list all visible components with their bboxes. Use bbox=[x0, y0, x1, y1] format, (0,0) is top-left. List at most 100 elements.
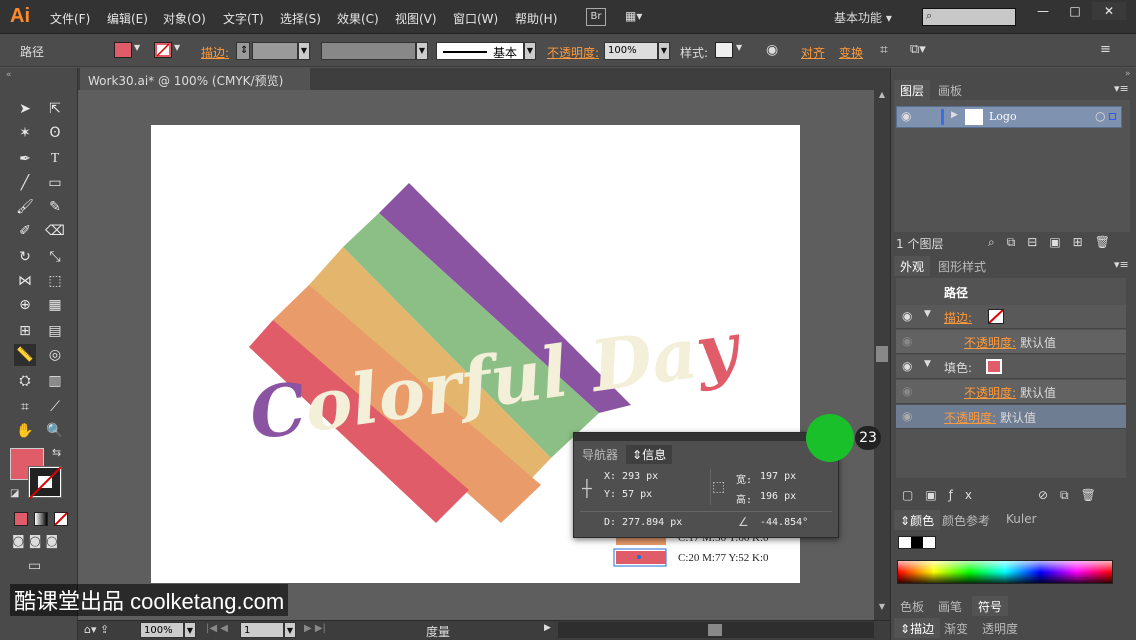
artboard-tool-icon[interactable]: ⌗ bbox=[14, 396, 36, 418]
fill-swatch[interactable] bbox=[114, 42, 132, 58]
opacity-input[interactable]: 100% bbox=[604, 42, 658, 60]
chevron-down-icon[interactable]: ▼ bbox=[524, 42, 536, 60]
chevron-down-icon[interactable]: ▼ bbox=[416, 42, 428, 60]
menu-select[interactable]: 选择(S) bbox=[280, 10, 321, 27]
tab-stroke[interactable]: ⇕描边 bbox=[894, 618, 941, 638]
scroll-thumb[interactable] bbox=[876, 346, 888, 362]
selection-tool-icon[interactable]: ➤ bbox=[14, 98, 36, 120]
stroke-none-swatch[interactable] bbox=[988, 309, 1004, 324]
menu-file[interactable]: 文件(F) bbox=[50, 10, 90, 27]
color-mode-icon[interactable] bbox=[14, 512, 28, 526]
shape-builder-icon[interactable]: ⊕ bbox=[14, 294, 36, 316]
pencil-icon[interactable]: ✎ bbox=[44, 196, 66, 218]
type-tool-icon[interactable]: T bbox=[44, 148, 66, 170]
search-input[interactable]: ⌕ bbox=[922, 8, 1016, 26]
tab-swatches[interactable]: 色板 bbox=[894, 596, 930, 616]
scale-tool-icon[interactable]: ⤡ bbox=[44, 246, 66, 268]
lasso-icon[interactable]: ʘ bbox=[44, 122, 66, 144]
zoom-tool-icon[interactable]: 🔍 bbox=[44, 420, 66, 442]
chevron-down-icon[interactable]: ▼ bbox=[134, 43, 140, 52]
rectangle-tool-icon[interactable]: ▭ bbox=[44, 172, 66, 194]
vertical-scrollbar[interactable]: ▲ ▼ bbox=[874, 90, 890, 620]
chevron-down-icon[interactable]: ▼ bbox=[284, 622, 296, 638]
artboard-number-field[interactable]: 1 bbox=[240, 622, 284, 638]
menu-type[interactable]: 文字(T) bbox=[223, 10, 264, 27]
panel-menu-icon[interactable]: ≡ bbox=[1100, 42, 1111, 57]
color-presets[interactable] bbox=[898, 536, 936, 549]
chevron-down-icon[interactable]: ▼ bbox=[184, 622, 196, 638]
appearance-footer-icons[interactable]: ▢▣ƒx bbox=[902, 488, 984, 502]
collapse-arrow-icon[interactable]: ▼ bbox=[924, 359, 931, 369]
menu-effect[interactable]: 效果(C) bbox=[337, 10, 379, 27]
none-mode-icon[interactable] bbox=[54, 512, 68, 526]
tab-navigator[interactable]: 导航器 bbox=[576, 445, 624, 464]
horizontal-scrollbar[interactable] bbox=[558, 622, 874, 638]
pen-tool-icon[interactable]: ✒ bbox=[14, 148, 36, 170]
eraser-icon[interactable]: ⌫ bbox=[44, 220, 66, 242]
width-tool-icon[interactable]: ⋈ bbox=[14, 270, 36, 292]
perspective-grid-icon[interactable]: ▦ bbox=[44, 294, 66, 316]
blend-tool-icon[interactable]: ◎ bbox=[44, 344, 66, 366]
blob-brush-icon[interactable]: ✐ bbox=[14, 220, 36, 242]
arrange-documents-icon[interactable]: ▦▾ bbox=[625, 9, 651, 25]
default-colors-icon[interactable]: ◪ bbox=[10, 488, 19, 499]
tab-transparency[interactable]: 透明度 bbox=[976, 618, 1024, 638]
align-link[interactable]: 对齐 bbox=[801, 44, 825, 61]
visibility-eye-icon[interactable]: ◉ bbox=[902, 359, 912, 373]
tab-symbols[interactable]: 符号 bbox=[972, 596, 1009, 616]
isolate-icon[interactable]: ⌗ bbox=[880, 42, 888, 58]
brush-style-dropdown[interactable]: 基本 bbox=[436, 42, 524, 60]
chevron-down-icon[interactable]: ▼ bbox=[736, 43, 742, 52]
tab-layers[interactable]: 图层 bbox=[894, 80, 931, 100]
tab-kuler[interactable]: Kuler bbox=[1000, 510, 1043, 530]
variable-width-dropdown[interactable] bbox=[321, 42, 416, 60]
visibility-eye-icon[interactable]: ◉ bbox=[901, 109, 911, 123]
tab-artboards[interactable]: 画板 bbox=[932, 80, 968, 100]
gradient-mode-icon[interactable] bbox=[34, 512, 48, 526]
close-button[interactable]: ✕ bbox=[1092, 2, 1126, 20]
maximize-button[interactable]: □ bbox=[1058, 2, 1092, 20]
gradient-tool-icon[interactable]: ▤ bbox=[44, 320, 66, 342]
chevron-down-icon[interactable]: ▼ bbox=[658, 42, 670, 60]
collapse-icon[interactable]: « bbox=[6, 70, 12, 80]
appearance-stroke-row[interactable]: ◉ ▼ 描边: bbox=[896, 305, 1126, 329]
status-menu-icon[interactable]: ▶ bbox=[544, 623, 551, 633]
arrange-icon[interactable]: ⧉▾ bbox=[910, 42, 926, 57]
mesh-tool-icon[interactable]: ⊞ bbox=[14, 320, 36, 342]
menu-window[interactable]: 窗口(W) bbox=[453, 10, 498, 27]
menu-object[interactable]: 对象(O) bbox=[163, 10, 206, 27]
layers-footer-icons[interactable]: ⌕⧉⊟▣⊞🗑 bbox=[988, 235, 1122, 250]
expand-arrow-icon[interactable]: ▶ bbox=[951, 110, 958, 120]
stroke-weight-stepper[interactable]: ⇕ bbox=[236, 42, 250, 60]
recolor-icon[interactable]: ◉ bbox=[766, 42, 778, 58]
appearance-fill-row[interactable]: ◉ ▼ 填色: bbox=[896, 355, 1126, 379]
free-transform-icon[interactable]: ⬚ bbox=[44, 270, 66, 292]
panel-grip[interactable] bbox=[574, 433, 838, 441]
magic-wand-icon[interactable]: ✶ bbox=[14, 122, 36, 144]
visibility-eye-icon[interactable]: ◉ bbox=[902, 409, 912, 423]
fill-attr-label[interactable]: 填色: bbox=[944, 359, 972, 376]
menu-view[interactable]: 视图(V) bbox=[395, 10, 437, 27]
scroll-up-icon[interactable]: ▲ bbox=[874, 90, 890, 104]
opacity-attr-link[interactable]: 不透明度: bbox=[964, 384, 1016, 401]
visibility-eye-icon[interactable]: ◉ bbox=[902, 334, 912, 348]
line-tool-icon[interactable]: ╱ bbox=[14, 172, 36, 194]
artboard-prev-icons[interactable]: |◀ ◀ bbox=[206, 623, 228, 634]
opacity-link[interactable]: 不透明度: bbox=[547, 44, 599, 61]
opacity-attr-link[interactable]: 不透明度: bbox=[964, 334, 1016, 351]
hand-tool-icon[interactable]: ✋ bbox=[14, 420, 36, 442]
visibility-eye-icon[interactable]: ◉ bbox=[902, 309, 912, 323]
chevron-down-icon[interactable]: ▼ bbox=[298, 42, 310, 60]
layer-row[interactable]: ◉ ▶ Logo ○ bbox=[896, 106, 1122, 128]
document-tab[interactable]: Work30.ai* @ 100% (CMYK/预览) × bbox=[80, 68, 310, 103]
direct-selection-tool-icon[interactable]: ⇱ bbox=[44, 98, 66, 120]
tab-color-guide[interactable]: 颜色参考 bbox=[936, 510, 996, 530]
panel-menu-icon[interactable]: ▾≡ bbox=[1114, 82, 1129, 95]
tab-appearance[interactable]: 外观 bbox=[894, 256, 931, 276]
symbol-sprayer-icon[interactable]: ⛭ bbox=[14, 370, 36, 392]
appearance-footer-icons-right[interactable]: ⊘⧉🗑 bbox=[1038, 488, 1108, 503]
measure-tool-icon[interactable]: 📏 bbox=[14, 344, 36, 366]
menu-edit[interactable]: 编辑(E) bbox=[107, 10, 148, 27]
selection-indicator[interactable] bbox=[1109, 113, 1116, 120]
stroke-link[interactable]: 描边: bbox=[201, 44, 229, 61]
